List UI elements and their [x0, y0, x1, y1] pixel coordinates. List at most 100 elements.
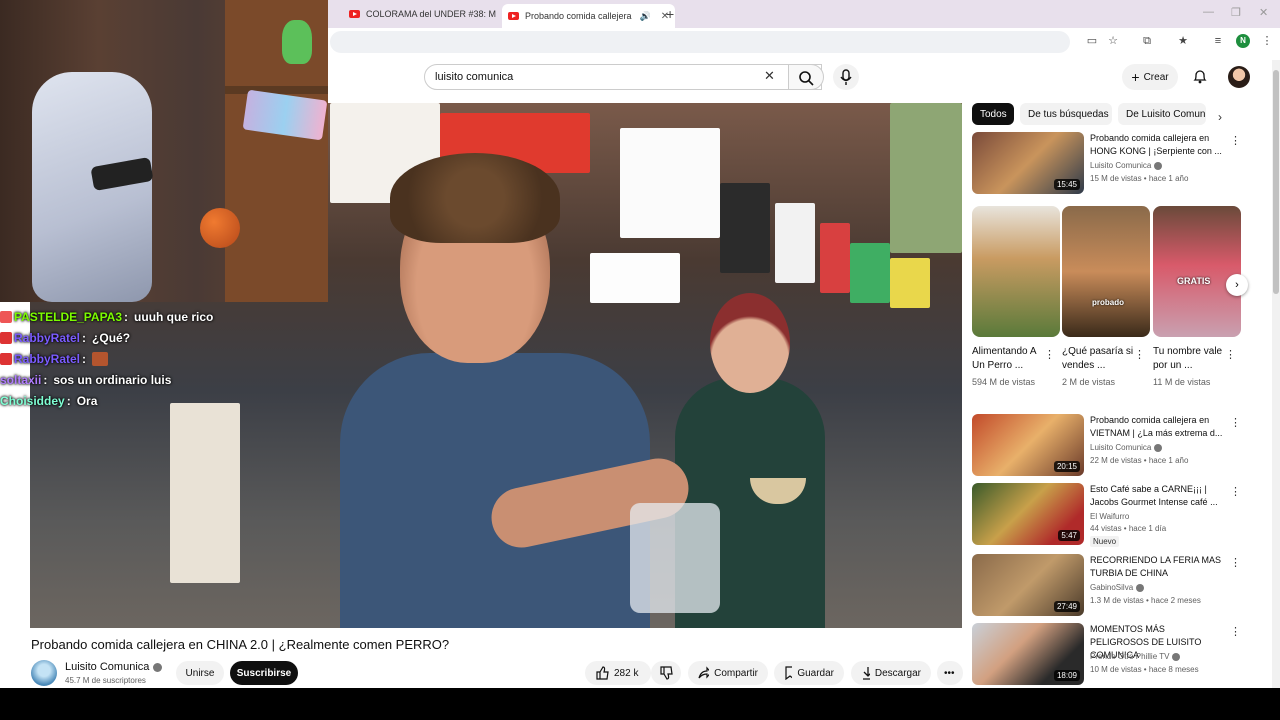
short-title[interactable]: Alimentando A Un Perro ...	[972, 345, 1044, 373]
subscribe-button[interactable]: Suscribirse	[230, 661, 298, 685]
minimize-icon[interactable]: —	[1203, 6, 1214, 18]
chat-message: RabbyRatel: ¿Qué?	[0, 327, 330, 348]
video-channel[interactable]: Prende Otro Phillie TV	[1090, 652, 1181, 661]
video-meta: 22 M de vistas • hace 1 año	[1090, 456, 1189, 465]
more-vertical-icon[interactable]: ⋮	[1230, 556, 1241, 569]
chip-de-tus-busquedas[interactable]: De tus búsquedas	[1020, 103, 1112, 125]
short-overlay-text: probado	[1092, 298, 1124, 307]
notifications-bell-icon[interactable]	[1192, 68, 1208, 84]
basketball	[200, 208, 240, 248]
download-label: Descargar	[874, 667, 921, 679]
bookmark-icon	[785, 666, 793, 680]
reading-list-icon[interactable]: ≡	[1211, 34, 1225, 48]
more-vertical-icon[interactable]: ⋮	[1230, 134, 1241, 147]
video-duration: 20:15	[1053, 461, 1080, 472]
gaming-chair	[32, 72, 154, 302]
more-actions-button[interactable]: •••	[937, 661, 963, 685]
youtube-favicon-icon	[349, 10, 360, 18]
join-button[interactable]: Unirse	[176, 661, 224, 685]
recommended-video[interactable]: 27:49 RECORRIENDO LA FERIA MAS TURBIA DE…	[972, 554, 1242, 616]
more-vertical-icon[interactable]: ⋮	[1225, 348, 1236, 361]
video-meta: 15 M de vistas • hace 1 año	[1090, 174, 1189, 183]
channel-name: Luisito Comunica	[65, 661, 150, 673]
video-title[interactable]: RECORRIENDO LA FERIA MAS TURBIA DE CHINA	[1090, 554, 1226, 580]
maximize-icon[interactable]: ❐	[1231, 6, 1241, 19]
video-title[interactable]: Esto Café sabe a CARNE¡¡¡ | Jacobs Gourm…	[1090, 483, 1226, 509]
short-views: 2 M de vistas	[1062, 377, 1116, 387]
screen: COLORAMA del UNDER #38: M ✕ Probando com…	[0, 0, 1280, 720]
tab-title: Probando comida callejera	[525, 11, 632, 21]
video-channel[interactable]: El Waifurro	[1090, 512, 1129, 521]
channel-name: Luisito Comunica	[1090, 161, 1152, 170]
shorts-next-button[interactable]: ›	[1226, 274, 1248, 296]
video-thumbnail[interactable]: 20:15	[972, 414, 1084, 476]
cast-icon[interactable]: ▭	[1085, 34, 1099, 48]
dislike-button[interactable]	[651, 661, 681, 685]
video-thumbnail[interactable]: 27:49	[972, 554, 1084, 616]
video-channel[interactable]: Luisito Comunica	[1090, 161, 1163, 170]
video-thumbnail[interactable]: 15:45	[972, 132, 1084, 194]
video-title[interactable]: Probando comida callejera en VIETNAM | ¿…	[1090, 414, 1226, 440]
close-window-icon[interactable]: ✕	[1259, 6, 1268, 19]
chip-de-luisito-comunica[interactable]: De Luisito Comunica	[1118, 103, 1206, 125]
clear-search-icon[interactable]: ✕	[764, 68, 775, 84]
recommended-video[interactable]: 20:15 Probando comida callejera en VIETN…	[972, 414, 1242, 476]
video-thumbnail[interactable]: 5:47	[972, 483, 1084, 545]
short-title[interactable]: ¿Qué pasaría si vendes ...	[1062, 345, 1134, 373]
thumbs-down-icon	[660, 666, 673, 680]
speaker-icon[interactable]: 🔊	[640, 11, 651, 22]
chat-text: Ora	[76, 393, 98, 408]
short-thumbnail[interactable]: GRATIS	[1153, 206, 1241, 337]
account-avatar[interactable]	[1228, 66, 1250, 88]
more-vertical-icon[interactable]: ⋮	[1134, 348, 1145, 361]
short-thumbnail[interactable]	[972, 206, 1060, 337]
more-vertical-icon[interactable]: ⋮	[1230, 416, 1241, 429]
voice-search-button[interactable]	[833, 64, 859, 90]
chevron-right-icon[interactable]: ›	[1218, 110, 1222, 124]
recommended-video[interactable]: 18:09 MOMENTOS MÁS PELIGROSOS DE LUISITO…	[972, 623, 1242, 685]
recommended-video[interactable]: 5:47 Esto Café sabe a CARNE¡¡¡ | Jacobs …	[972, 483, 1242, 547]
chat-text: ¿Qué?	[92, 330, 131, 345]
more-vertical-icon[interactable]: ⋮	[1044, 348, 1055, 361]
address-bar[interactable]	[330, 31, 1070, 53]
channel-name: Prende Otro Phillie TV	[1090, 652, 1170, 661]
short-title[interactable]: Tu nombre vale por un ...	[1153, 345, 1225, 373]
search-button[interactable]	[788, 64, 824, 90]
like-button[interactable]: 282 k	[585, 661, 651, 685]
save-button[interactable]: Guardar	[774, 661, 844, 685]
chip-todos[interactable]: Todos	[972, 103, 1014, 125]
chat-text: sos un ordinario luis	[53, 372, 172, 387]
more-vertical-icon[interactable]: ⋮	[1230, 485, 1241, 498]
video-title: Probando comida callejera en CHINA 2.0 |…	[31, 637, 450, 652]
search-icon	[799, 71, 814, 86]
download-button[interactable]: Descargar	[851, 661, 931, 685]
video-duration: 5:47	[1058, 530, 1080, 541]
recommended-video[interactable]: 15:45 Probando comida callejera en HONG …	[972, 132, 1242, 194]
create-button[interactable]: + Crear	[1122, 64, 1178, 90]
more-vertical-icon[interactable]: ⋮	[1230, 625, 1241, 638]
video-channel[interactable]: Luisito Comunica	[1090, 443, 1163, 452]
video-channel[interactable]: GabinoSilva	[1090, 583, 1145, 592]
bookmark-star-icon[interactable]: ☆	[1106, 34, 1120, 48]
video-thumbnail[interactable]: 18:09	[972, 623, 1084, 685]
short-thumbnail[interactable]: probado	[1062, 206, 1150, 337]
new-tab-icon[interactable]: +	[666, 6, 674, 22]
browser-tab-colorama[interactable]: COLORAMA del UNDER #38: M ✕	[349, 4, 514, 24]
shop-sign	[170, 403, 240, 583]
extensions-icon[interactable]: ⧉	[1140, 34, 1154, 48]
chrome-menu-icon[interactable]: ⋮	[1260, 34, 1274, 48]
channel-name: GabinoSilva	[1090, 583, 1134, 592]
scrollbar-thumb[interactable]	[1273, 70, 1279, 294]
browser-tab-probando[interactable]: Probando comida callejera 🔊 ✕	[502, 4, 676, 28]
shop-sign	[850, 243, 890, 303]
channel-name-link[interactable]: Luisito Comunica	[65, 661, 163, 673]
video-title[interactable]: Probando comida callejera en HONG KONG |…	[1090, 132, 1226, 158]
chat-message: RabbyRatel:	[0, 348, 330, 369]
bookmarks-icon[interactable]: ★	[1176, 34, 1190, 48]
share-button[interactable]: Compartir	[688, 661, 768, 685]
channel-avatar[interactable]	[31, 660, 57, 686]
search-input[interactable]: luisito comunica	[424, 64, 822, 90]
profile-avatar[interactable]: N	[1236, 34, 1250, 48]
shop-sign	[720, 183, 770, 273]
download-icon	[863, 667, 870, 680]
